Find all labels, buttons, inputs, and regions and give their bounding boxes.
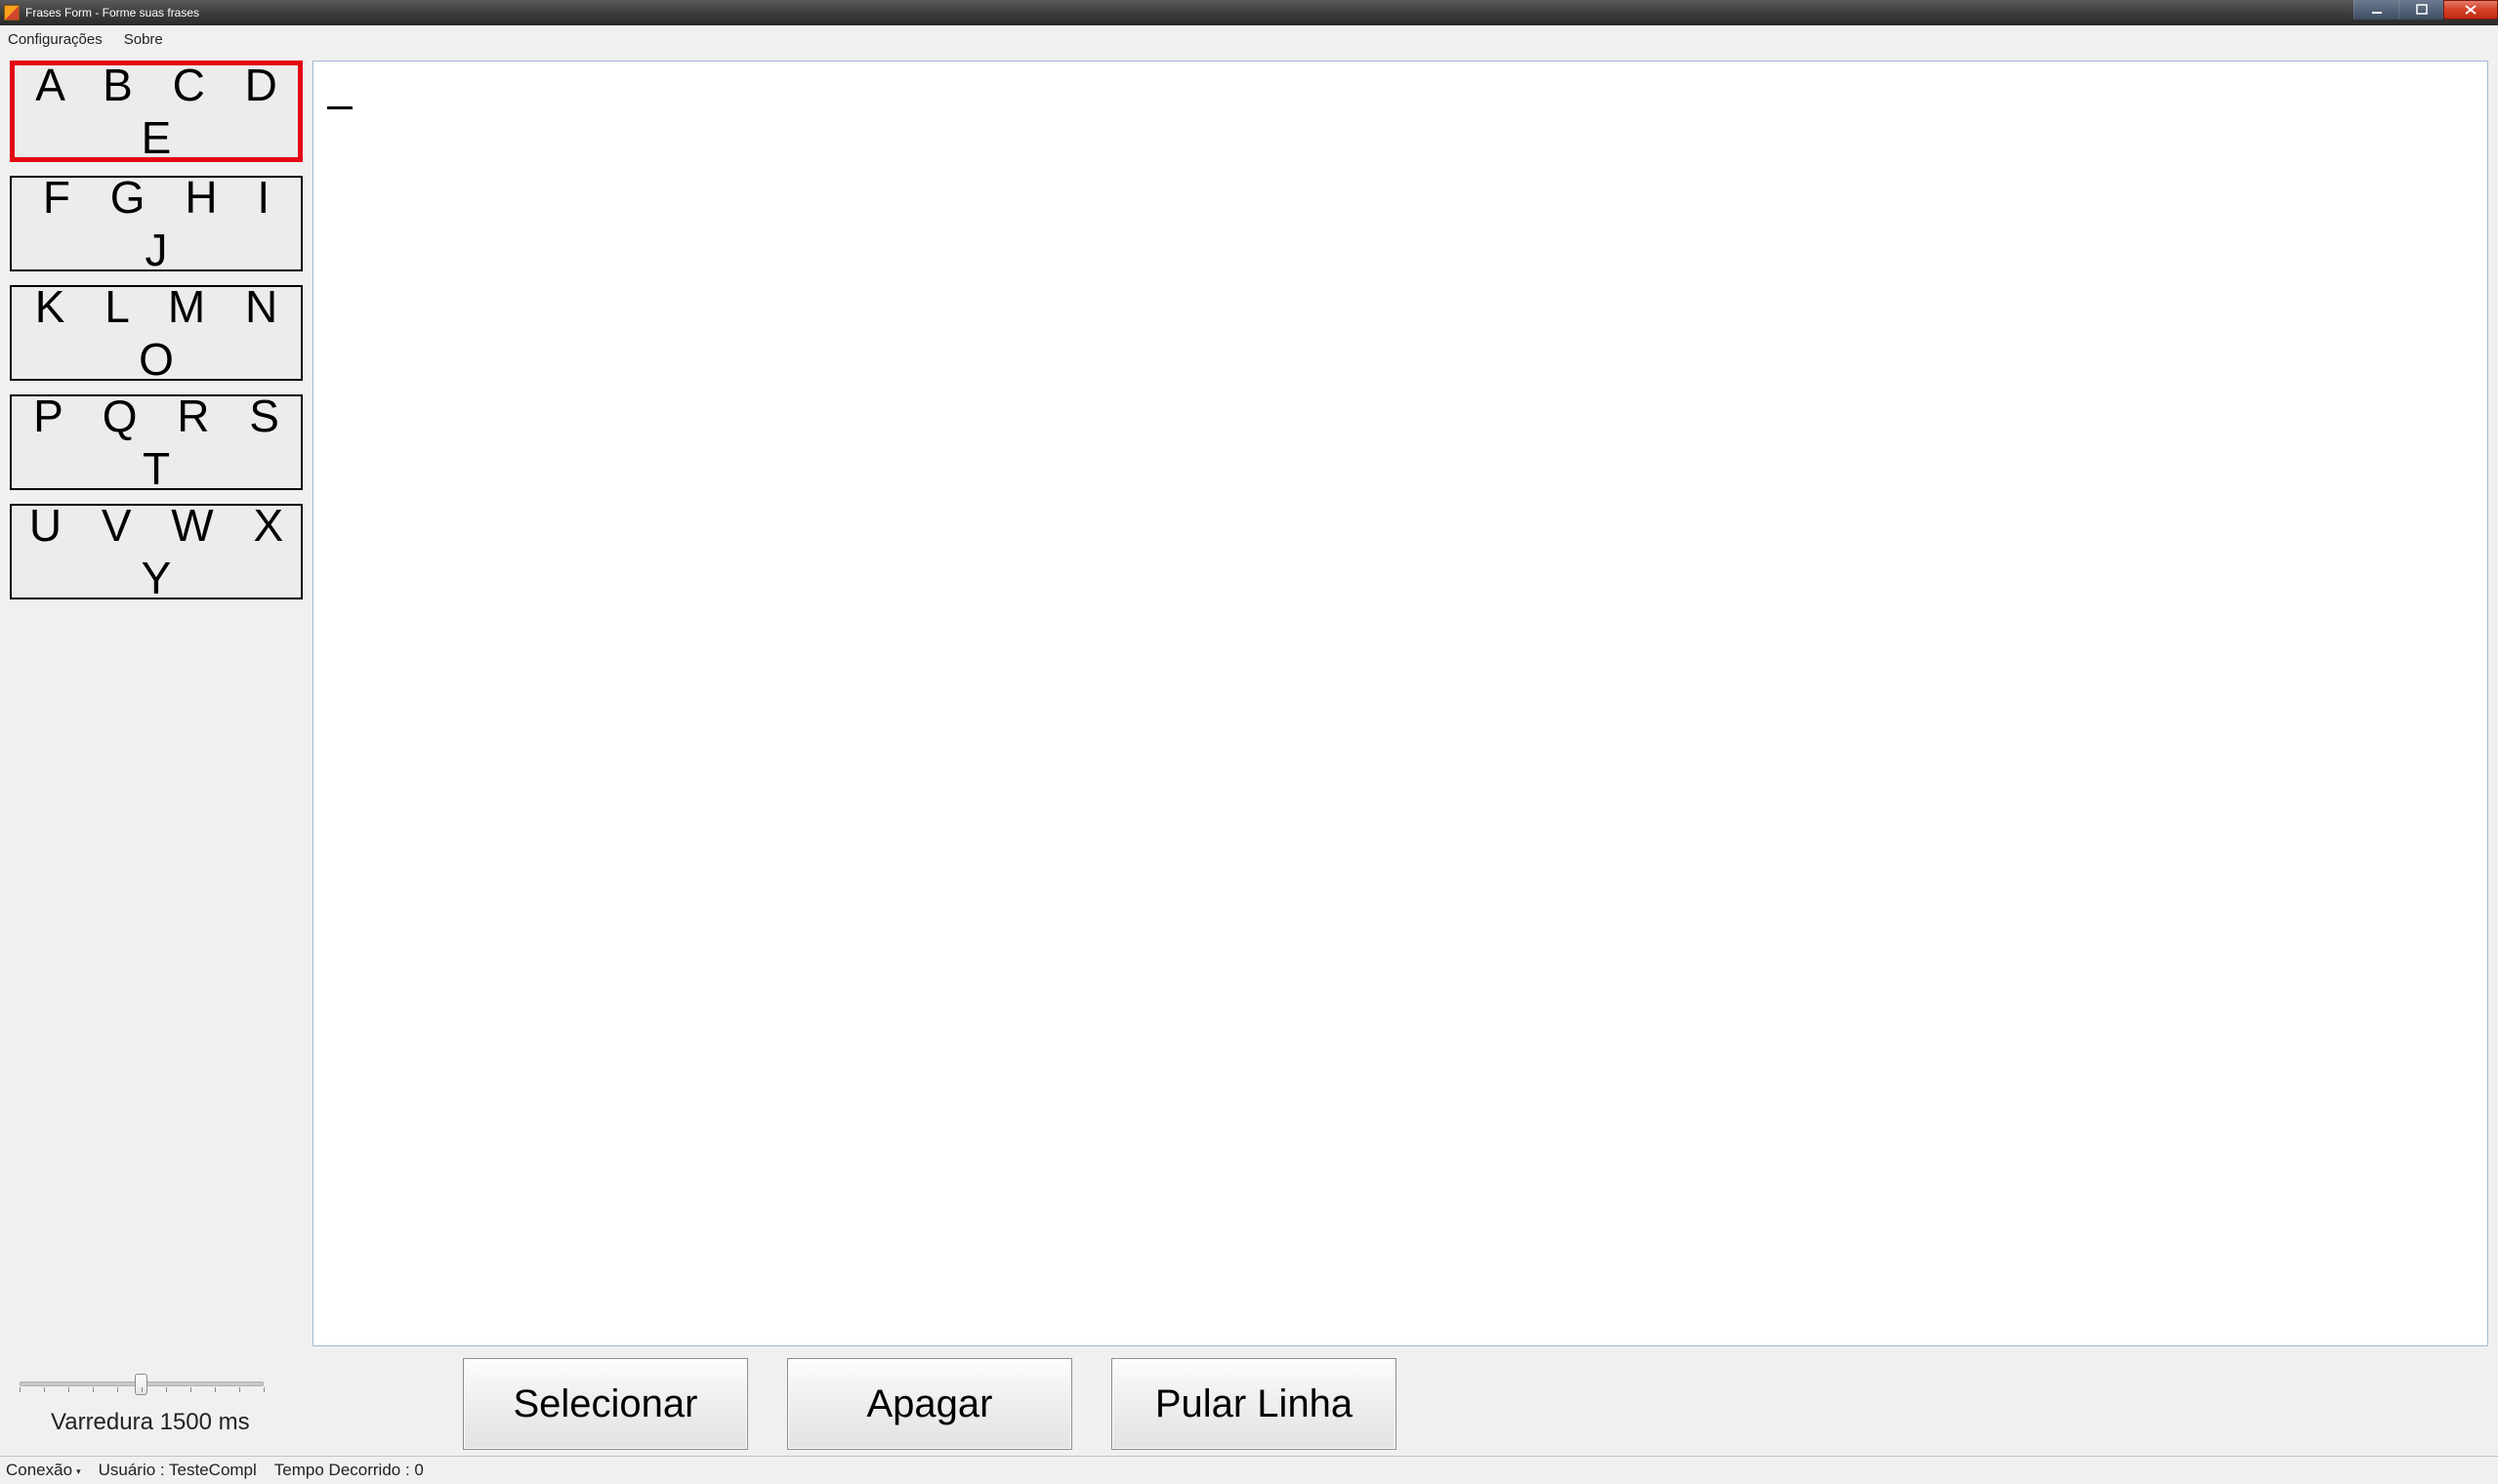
phrase-textarea[interactable]: [312, 61, 2488, 1346]
close-icon: [2464, 4, 2477, 16]
chevron-down-icon: ▾: [76, 1466, 81, 1477]
status-elapsed: Tempo Decorrido : 0: [274, 1461, 424, 1480]
slider-tick: [215, 1387, 216, 1392]
slider-tick: [44, 1387, 45, 1392]
client-area: A B C D E F G H I J K L M N O P Q R S T …: [0, 53, 2498, 1456]
window-controls: [2353, 0, 2498, 25]
status-bar: Conexão ▾ Usuário : TesteCompl Tempo Dec…: [0, 1456, 2498, 1484]
letter-group-abcde[interactable]: A B C D E: [10, 61, 303, 162]
scan-speed-block: Varredura 1500 ms: [14, 1372, 307, 1436]
letter-group-uvwxy[interactable]: U V W X Y: [10, 504, 303, 599]
letter-group-pqrst[interactable]: P Q R S T: [10, 394, 303, 490]
slider-tick: [117, 1387, 118, 1392]
slider-tick: [142, 1387, 143, 1392]
menu-sobre[interactable]: Sobre: [124, 31, 163, 48]
text-caret: [327, 106, 353, 109]
maximize-icon: [2416, 4, 2428, 16]
letter-group-column: A B C D E F G H I J K L M N O P Q R S T …: [10, 61, 303, 1352]
minimize-icon: [2371, 4, 2383, 16]
slider-tick: [264, 1387, 265, 1392]
slider-thumb[interactable]: [135, 1374, 147, 1395]
select-button[interactable]: Selecionar: [463, 1358, 748, 1450]
status-connection-label: Conexão: [6, 1461, 72, 1480]
minimize-button[interactable]: [2353, 0, 2398, 20]
window-title: Frases Form - Forme suas frases: [25, 6, 2353, 20]
slider-tick: [166, 1387, 167, 1392]
lower-panel: Varredura 1500 ms Selecionar Apagar Pula…: [10, 1352, 2488, 1456]
slider-tick: [93, 1387, 94, 1392]
newline-button[interactable]: Pular Linha: [1111, 1358, 1396, 1450]
slider-tick: [190, 1387, 191, 1392]
maximize-button[interactable]: [2398, 0, 2443, 20]
letter-group-klmno[interactable]: K L M N O: [10, 285, 303, 381]
status-user: Usuário : TesteCompl: [99, 1461, 257, 1480]
upper-panel: A B C D E F G H I J K L M N O P Q R S T …: [10, 61, 2488, 1352]
slider-tick: [239, 1387, 240, 1392]
slider-tick: [68, 1387, 69, 1392]
title-bar: Frases Form - Forme suas frases: [0, 0, 2498, 25]
letter-group-fghij[interactable]: F G H I J: [10, 176, 303, 271]
menu-configuracoes[interactable]: Configurações: [8, 31, 103, 48]
erase-button[interactable]: Apagar: [787, 1358, 1072, 1450]
scan-speed-slider[interactable]: [20, 1372, 264, 1395]
scan-speed-label: Varredura 1500 ms: [51, 1409, 307, 1436]
slider-tick: [20, 1387, 21, 1392]
status-connection[interactable]: Conexão ▾: [6, 1461, 81, 1480]
menu-bar: Configurações Sobre: [0, 25, 2498, 53]
action-buttons: Selecionar Apagar Pular Linha: [307, 1358, 2488, 1450]
app-icon: [4, 5, 20, 21]
close-button[interactable]: [2443, 0, 2498, 20]
